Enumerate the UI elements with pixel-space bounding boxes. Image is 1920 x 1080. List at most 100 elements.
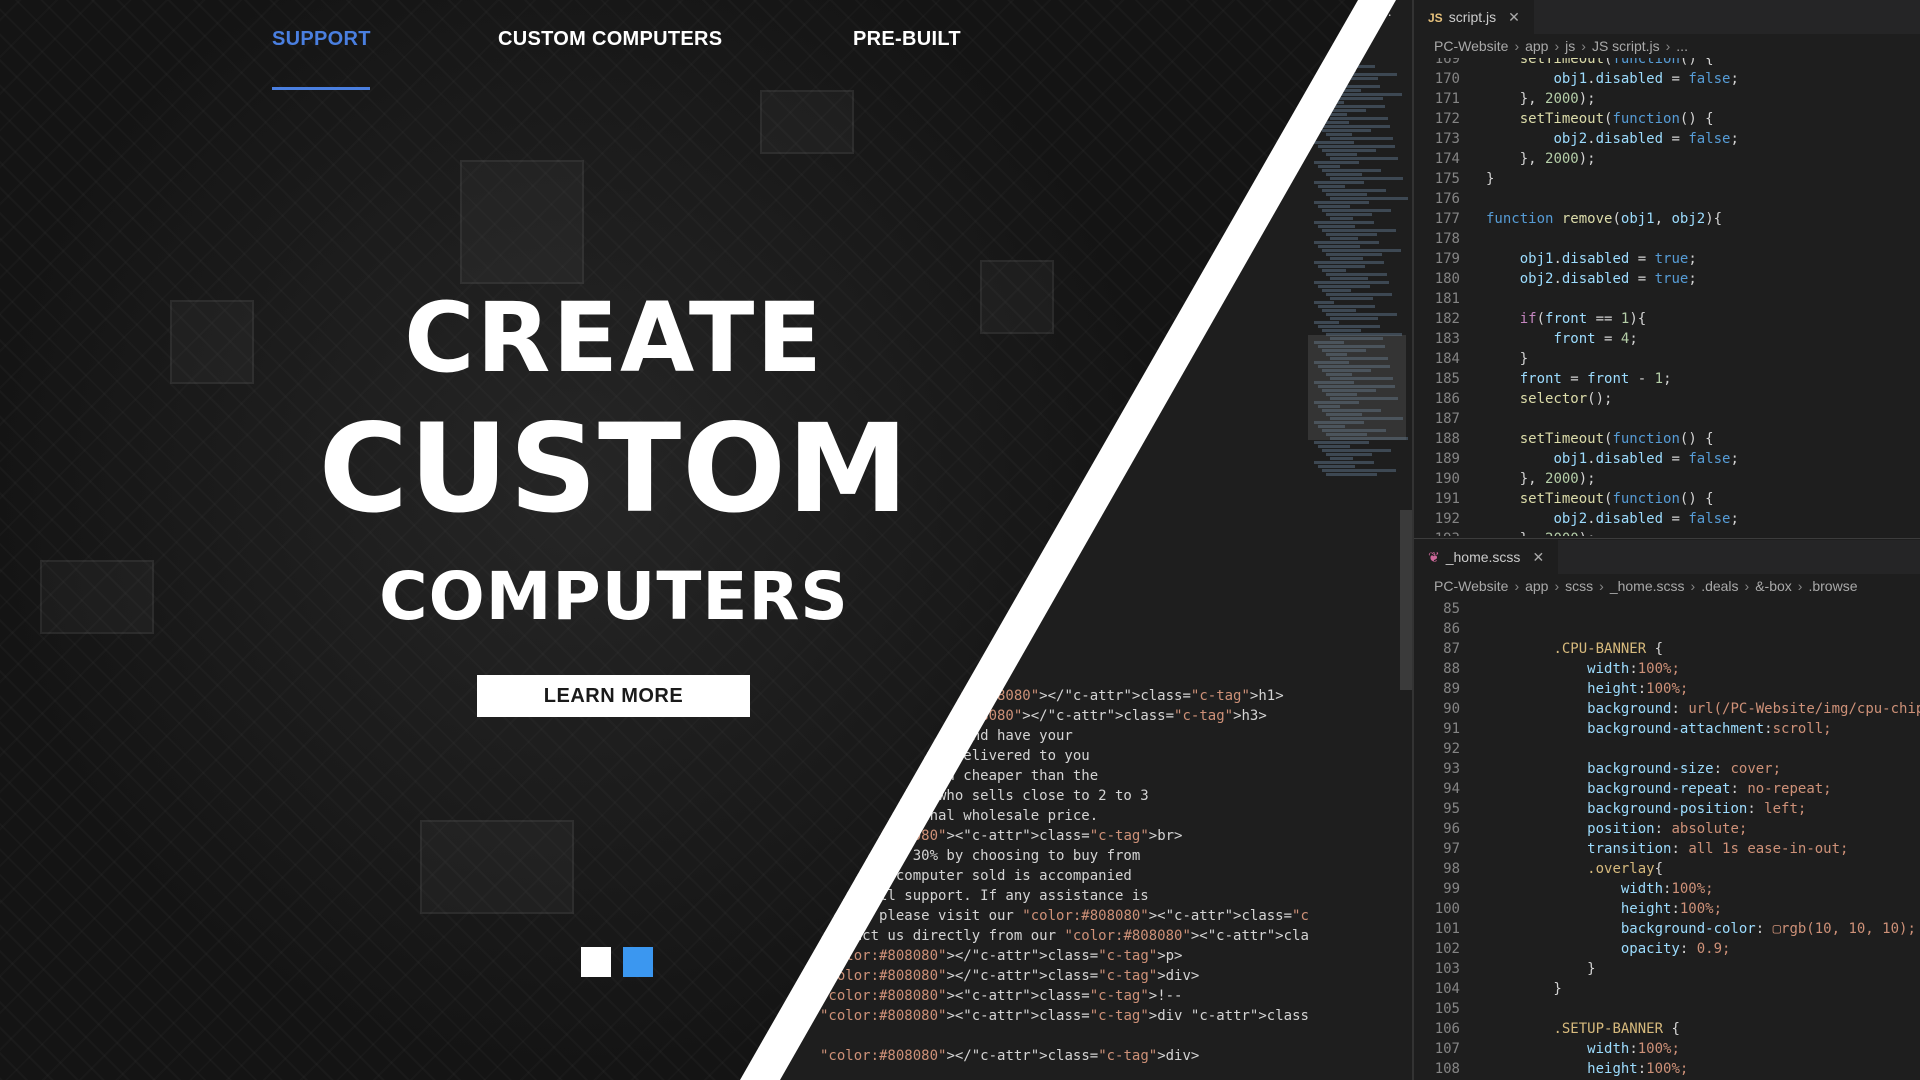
line-number: 182 xyxy=(1434,311,1460,327)
code-line[interactable]: "color:#808080"><"c-attr">class="c-tag">… xyxy=(820,826,1308,846)
learn-more-button[interactable]: LEARN MORE xyxy=(477,675,750,717)
code-line[interactable]: us! Each computer sold is accompanied xyxy=(820,866,1308,886)
code-line[interactable]: width:100%; xyxy=(1486,1039,1920,1059)
code-line[interactable]: width:100%; xyxy=(1486,659,1920,679)
circuit-chip xyxy=(760,90,854,154)
breadcrumb-item[interactable]: _home.scss xyxy=(1610,578,1685,594)
code-line[interactable] xyxy=(1486,739,1920,759)
breadcrumb-item[interactable]: app xyxy=(1525,38,1548,54)
code-line[interactable]: opacity: 0.9; xyxy=(1486,939,1920,959)
code-line[interactable]: contact us directly from our "color:#808… xyxy=(820,926,1308,946)
minimap-line xyxy=(1330,197,1408,200)
code-line[interactable]: } xyxy=(1486,169,1739,189)
nav-pre-built[interactable]: PRE-BUILT xyxy=(853,28,961,51)
code-line[interactable]: "color:#808080"></"c-attr">class="c-tag"… xyxy=(820,966,1308,986)
breadcrumb-item[interactable]: js xyxy=(1565,38,1575,54)
code-line[interactable]: "color:#808080"><"c-attr">class="c-tag">… xyxy=(820,986,1308,1006)
breadcrumb-item[interactable]: JS script.js xyxy=(1592,38,1660,54)
breadcrumb-item[interactable]: scss xyxy=(1565,578,1593,594)
code-line[interactable]: background-position: left; xyxy=(1486,799,1920,819)
code-line[interactable]: position: absolute; xyxy=(1486,819,1920,839)
code-line[interactable]: "color:#808080"></"c-attr">class="c-tag"… xyxy=(820,1046,1308,1066)
code-line[interactable]: with full support. If any assistance is xyxy=(820,886,1308,906)
code-line[interactable]: }, 2000); xyxy=(1486,89,1739,109)
breadcrumb-top[interactable]: PC-Website › app › js › JS script.js ›... xyxy=(1434,34,1688,58)
more-actions-icon[interactable]: ··· xyxy=(1378,6,1392,22)
code-line[interactable]: } xyxy=(1486,979,1920,999)
minimap-line xyxy=(1330,157,1398,160)
code-line[interactable]: obj2.disabled = false; xyxy=(1486,509,1738,529)
code-line[interactable]: setTimeout(function() { xyxy=(1486,489,1739,509)
code-line[interactable]: background-repeat: no-repeat; xyxy=(1486,779,1920,799)
code-line[interactable]: } xyxy=(1486,959,1920,979)
code-line[interactable]: obj1.disabled = false; xyxy=(1486,69,1738,89)
code-line[interactable]: .CPU-BANNER { xyxy=(1486,639,1920,659)
home-scss-editor[interactable]: 8485868788899091929394959697989910010110… xyxy=(1414,598,1920,1080)
code-line[interactable]: if(front == 1){ xyxy=(1486,309,1739,329)
code-line[interactable]: obj2.disabled = false; xyxy=(1486,129,1738,149)
nav-custom-computers[interactable]: CUSTOM COMPUTERS xyxy=(498,28,722,51)
code-line[interactable]: .SETUP-BANNER { xyxy=(1486,1019,1920,1039)
code-line[interactable]: selector(); xyxy=(1486,389,1739,409)
code-line[interactable]: height:100%; xyxy=(1486,1059,1920,1079)
code-line[interactable] xyxy=(1486,999,1920,1019)
code-line[interactable] xyxy=(820,1026,1308,1046)
code-line[interactable]: setTimeout(function() { xyxy=(1486,429,1739,449)
code-line[interactable]: .overlay{ xyxy=(1486,859,1920,879)
breadcrumb-item[interactable]: .browse xyxy=(1808,578,1857,594)
code-line[interactable]: transition: all 1s ease-in-out; xyxy=(1486,839,1920,859)
code-line[interactable] xyxy=(1486,619,1920,639)
line-number: 193 xyxy=(1414,529,1474,536)
close-icon[interactable]: ✕ xyxy=(1532,549,1544,565)
code-line[interactable]: front = 4; xyxy=(1486,329,1739,349)
breadcrumb-item[interactable]: .deals xyxy=(1701,578,1738,594)
line-number: 102 xyxy=(1434,941,1460,957)
breadcrumb-bottom[interactable]: PC-Website › app › scss › _home.scss › .deals › &-… xyxy=(1434,574,1858,598)
code-line[interactable]: background-attachment:scroll; xyxy=(1486,719,1920,739)
code-line[interactable]: setTimeout(function() { xyxy=(1486,58,1739,69)
breadcrumb-item[interactable]: ... xyxy=(1676,38,1688,54)
code-line[interactable]: obj1.disabled = true; xyxy=(1486,249,1739,269)
code-line[interactable]: obj1.disabled = false; xyxy=(1486,449,1738,469)
code-line[interactable]: obj2.disabled = true; xyxy=(1486,269,1739,289)
code-line[interactable]: background-color: ▢rgb(10, 10, 10); xyxy=(1486,919,1920,939)
slide-dot-2[interactable] xyxy=(623,947,653,977)
minimap-line xyxy=(1330,277,1368,280)
breadcrumb-item[interactable]: &-box xyxy=(1755,578,1792,594)
code-line[interactable]: setTimeout(function() { xyxy=(1486,109,1739,129)
code-line[interactable]: "color:#808080"></"c-attr">class="c-tag"… xyxy=(820,946,1308,966)
code-line[interactable]: height:100%; xyxy=(1486,899,1920,919)
line-number-gutter: 8485868788899091929394959697989910010110… xyxy=(1414,598,1474,1079)
nav-support[interactable]: SUPPORT xyxy=(272,28,371,51)
code-line[interactable] xyxy=(1486,229,1739,249)
slide-dot-1[interactable] xyxy=(581,947,611,977)
minimap-viewport[interactable] xyxy=(1308,335,1406,440)
code-line[interactable]: background: url(/PC-Website/img/cpu-chip xyxy=(1486,699,1920,719)
tab-script-js[interactable]: JS script.js ✕ xyxy=(1414,0,1534,34)
breadcrumb-item[interactable]: PC-Website xyxy=(1434,578,1508,594)
breadcrumb-item[interactable]: app xyxy=(1525,578,1548,594)
code-line[interactable]: front = front - 1; xyxy=(1486,369,1739,389)
close-icon[interactable]: ✕ xyxy=(1508,9,1520,25)
minimap[interactable] xyxy=(1310,60,1408,580)
code-line[interactable]: "color:#808080"><"c-attr">class="c-tag">… xyxy=(820,1006,1308,1026)
code-line[interactable]: height:100%; xyxy=(1486,679,1920,699)
tab-home-scss[interactable]: ❦ _home.scss ✕ xyxy=(1414,540,1559,574)
code-line[interactable] xyxy=(1486,289,1739,309)
code-line[interactable]: function remove(obj1, obj2){ xyxy=(1486,209,1739,229)
code-line[interactable]: } xyxy=(1486,349,1739,369)
code-line[interactable]: }, 2000); xyxy=(1486,149,1739,169)
code-line[interactable]: needed please visit our "color:#808080">… xyxy=(820,906,1308,926)
scrollbar-thumb[interactable] xyxy=(1400,510,1412,690)
minimap-line xyxy=(1326,273,1387,276)
code-line[interactable]: }, 2000); xyxy=(1486,469,1739,489)
code-line[interactable]: Save up to 30% by choosing to buy from xyxy=(820,846,1308,866)
code-line[interactable] xyxy=(1486,409,1739,429)
script-js-editor[interactable]: 169 170 171 172 173 174 175 176 177 178 179 180 181 1… xyxy=(1414,58,1920,536)
code-line[interactable] xyxy=(1486,189,1739,209)
breadcrumb-item[interactable]: PC-Website xyxy=(1434,38,1508,54)
code-line[interactable]: }, 2000); xyxy=(1486,529,1739,536)
code-line[interactable] xyxy=(1486,599,1920,619)
code-line[interactable]: width:100%; xyxy=(1486,879,1920,899)
code-line[interactable]: background-size: cover; xyxy=(1486,759,1920,779)
